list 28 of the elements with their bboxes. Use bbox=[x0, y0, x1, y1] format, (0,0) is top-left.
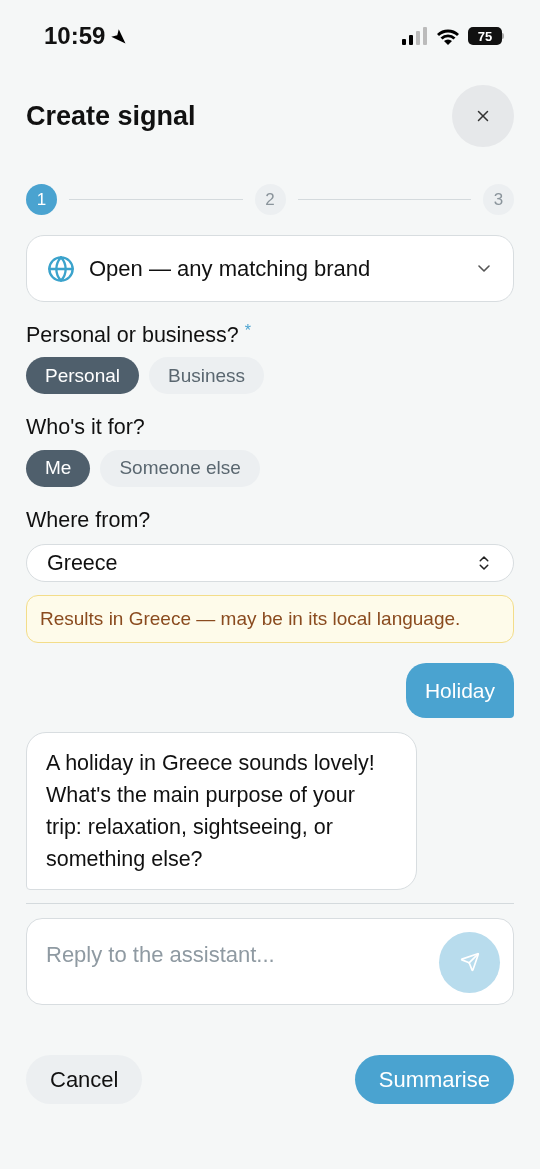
chevron-down-icon bbox=[478, 265, 490, 272]
required-mark: * bbox=[244, 321, 251, 341]
question-label: Personal or business? bbox=[26, 322, 239, 349]
reply-field[interactable]: Reply to the assistant... bbox=[46, 937, 439, 971]
assistant-message: A holiday in Greece sounds lovely! What's the main purpose of your trip: relaxation, sightseeing, or something else? bbox=[26, 731, 417, 890]
location-arrow-icon bbox=[109, 27, 128, 45]
status-time: 10:59 bbox=[44, 21, 106, 51]
reply-box[interactable]: Reply to the assistant... bbox=[26, 917, 514, 1005]
brand-dropdown[interactable]: Open — any matching brand bbox=[26, 235, 514, 302]
question-label: Where from? bbox=[26, 506, 152, 534]
question-label: Who's it for? bbox=[26, 414, 145, 442]
page-title: Create signal bbox=[26, 99, 196, 133]
send-icon bbox=[459, 952, 480, 973]
option-chip[interactable]: Business bbox=[149, 357, 265, 395]
step-indicator: 1 bbox=[26, 184, 57, 215]
option-chip[interactable]: Me bbox=[26, 449, 91, 487]
signal-icon bbox=[402, 27, 428, 45]
globe-icon bbox=[47, 254, 75, 283]
wifi-icon bbox=[436, 27, 460, 45]
language-notice: Results in Greece — may be in its local language. bbox=[26, 594, 514, 643]
battery-icon: 75 bbox=[468, 27, 504, 45]
option-chip[interactable]: Someone else bbox=[100, 449, 260, 487]
step-indicator: 3 bbox=[483, 184, 514, 215]
country-select[interactable]: Greece bbox=[26, 543, 514, 582]
step-indicator: 2 bbox=[254, 184, 286, 215]
cancel-button[interactable]: Cancel bbox=[26, 1054, 143, 1104]
option-chip[interactable]: Personal bbox=[26, 357, 139, 395]
user-message: Holiday bbox=[405, 662, 514, 718]
